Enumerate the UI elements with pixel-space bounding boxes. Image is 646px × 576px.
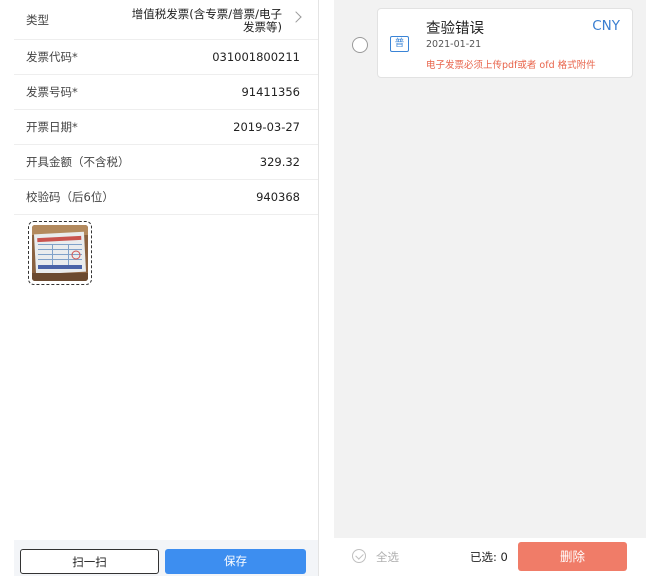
field-invoice-number-row[interactable]: 发票号码* 91411356 <box>14 75 318 110</box>
field-issue-date-row[interactable]: 开票日期* 2019-03-27 <box>14 110 318 145</box>
chevron-right-icon[interactable] <box>290 11 302 23</box>
invoice-photo-graphic <box>32 225 88 281</box>
select-all-label[interactable]: 全选 <box>376 549 399 565</box>
invoice-select-radio[interactable] <box>352 37 368 53</box>
list-footer: 全选 已选: 0 删除 <box>334 538 646 576</box>
invoice-currency: CNY <box>592 18 620 34</box>
field-type-row[interactable]: 类型 增值税发票(含专票/普票/电子发票等) <box>14 0 318 40</box>
invoice-list-panel: 普 查验错误 CNY 2021-01-21 电子发票必须上传pdf或者 ofd … <box>334 0 646 576</box>
field-invoice-code-value[interactable]: 031001800211 <box>212 40 300 75</box>
invoice-photo-image <box>32 225 88 281</box>
scan-button[interactable]: 扫一扫 <box>20 549 159 574</box>
field-invoice-number-label: 发票号码* <box>26 85 78 99</box>
selected-count: 已选: 0 <box>470 550 508 564</box>
invoice-form-panel: 类型 增值税发票(含专票/普票/电子发票等) 发票代码* 03100180021… <box>14 0 319 576</box>
field-amount-label: 开具金额（不含税） <box>26 155 130 169</box>
field-check-code-value[interactable]: 940368 <box>256 180 300 215</box>
invoice-warning: 电子发票必须上传pdf或者 ofd 格式附件 <box>426 60 596 71</box>
field-issue-date-label: 开票日期* <box>26 120 78 134</box>
field-issue-date-value[interactable]: 2019-03-27 <box>233 110 300 145</box>
field-type-label: 类型 <box>26 13 49 27</box>
field-invoice-code-label: 发票代码* <box>26 50 78 64</box>
invoice-card[interactable]: 普 查验错误 CNY 2021-01-21 电子发票必须上传pdf或者 ofd … <box>377 8 633 78</box>
form-footer: 扫一扫 保存 <box>14 540 318 576</box>
field-amount-value[interactable]: 329.32 <box>260 145 300 180</box>
field-invoice-number-value[interactable]: 91411356 <box>241 75 300 110</box>
invoice-photo-thumbnail[interactable] <box>28 221 92 285</box>
invoice-date: 2021-01-21 <box>426 39 482 50</box>
invoice-type-badge: 普 <box>390 36 409 52</box>
save-button[interactable]: 保存 <box>165 549 306 574</box>
field-type-value: 增值税发票(含专票/普票/电子发票等) <box>131 7 282 34</box>
select-all-check-icon[interactable] <box>352 549 366 563</box>
field-check-code-label: 校验码（后6位） <box>26 190 114 204</box>
delete-button[interactable]: 删除 <box>518 542 627 571</box>
invoice-status-title: 查验错误 <box>426 21 484 37</box>
field-invoice-code-row[interactable]: 发票代码* 031001800211 <box>14 40 318 75</box>
field-amount-row[interactable]: 开具金额（不含税） 329.32 <box>14 145 318 180</box>
field-check-code-row[interactable]: 校验码（后6位） 940368 <box>14 180 318 215</box>
